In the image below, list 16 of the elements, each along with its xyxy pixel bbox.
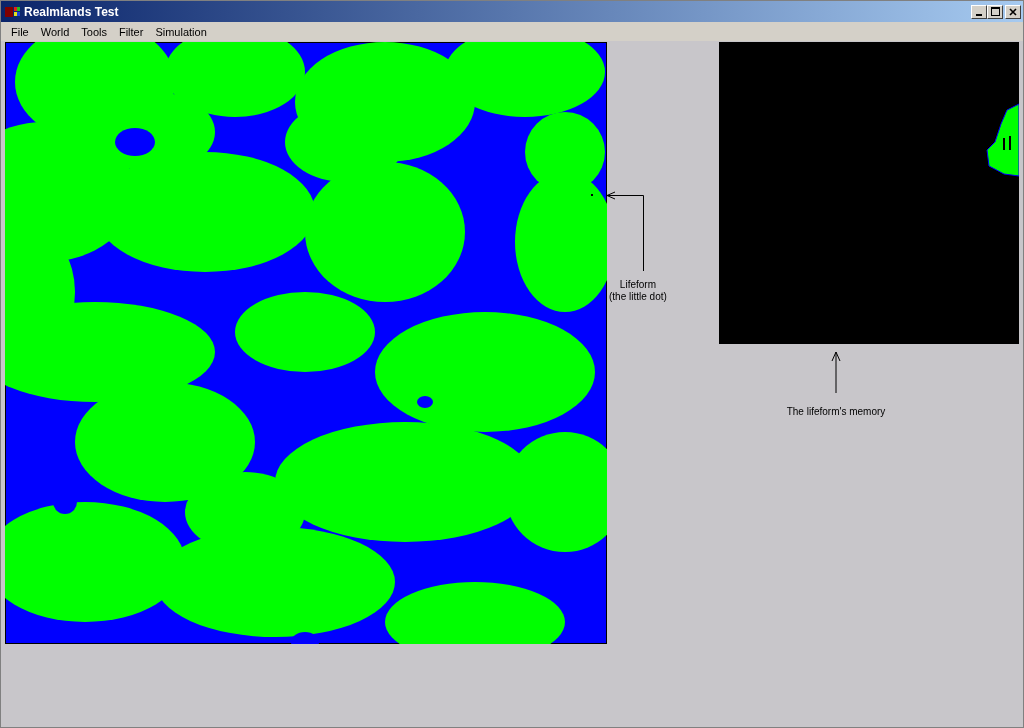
- maximize-button[interactable]: [987, 4, 1003, 19]
- close-button[interactable]: [1005, 4, 1021, 19]
- menu-item[interactable]: World: [34, 25, 76, 38]
- menu-item[interactable]: Tools: [75, 25, 113, 38]
- annotation-label: Lifeform (the little dot): [609, 279, 667, 303]
- close-icon: [1009, 7, 1017, 16]
- minimize-icon: [976, 13, 982, 16]
- menu-item[interactable]: Filter: [112, 25, 150, 38]
- window-title: Realmlands Test: [24, 4, 120, 19]
- app-icon: [5, 4, 21, 19]
- annotation-label: The lifeform's memory: [786, 406, 886, 418]
- menu-item[interactable]: File: [5, 25, 35, 38]
- menu-item[interactable]: Simulation: [149, 25, 213, 38]
- arrow: [831, 351, 841, 393]
- maximize-icon: [990, 7, 1000, 16]
- minimize-button[interactable]: [971, 4, 987, 19]
